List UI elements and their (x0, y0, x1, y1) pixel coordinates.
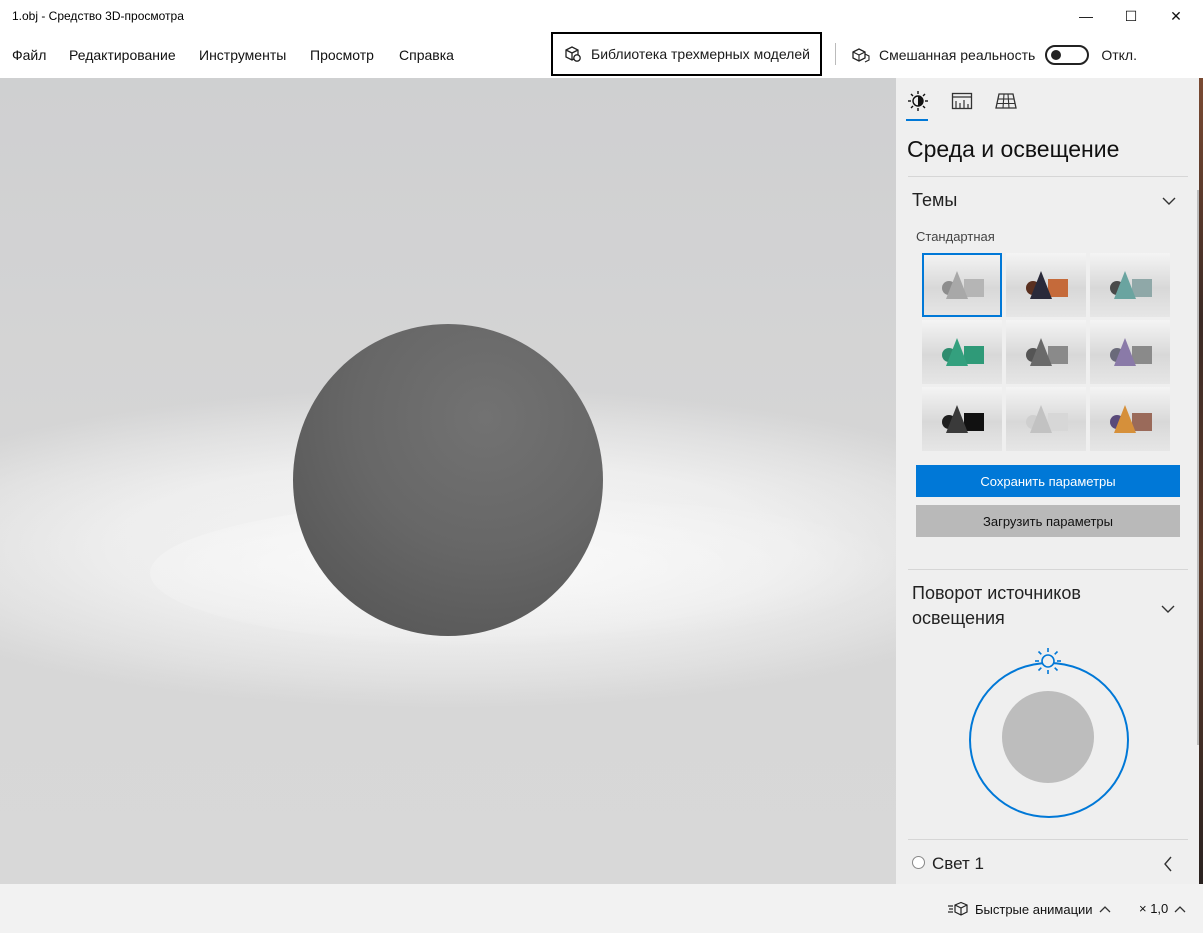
light-rotation-disc (1002, 691, 1094, 783)
title-bar: 1.obj - Средство 3D-просмотра — ☐ ✕ (0, 0, 1203, 32)
theme-cone-shape (946, 271, 968, 299)
chevron-down-icon[interactable] (1162, 193, 1176, 209)
menu-divider (835, 43, 836, 65)
mixed-reality-toggle[interactable] (1045, 45, 1090, 65)
sun-handle-icon[interactable] (1034, 647, 1062, 675)
chevron-left-icon[interactable] (1163, 856, 1173, 875)
menu-view[interactable]: Просмотр (310, 47, 374, 63)
chevron-up-icon[interactable] (1099, 902, 1117, 916)
speed-control[interactable]: × 1,0 (1139, 901, 1186, 916)
chevron-up-icon[interactable] (1174, 902, 1186, 916)
stats-icon (951, 92, 973, 110)
theme-thumbnail-green[interactable] (922, 320, 1002, 384)
3d-library-label: Библиотека трехмерных моделей (591, 46, 810, 62)
tab-stats[interactable] (950, 90, 974, 112)
theme-thumbnail-light[interactable] (1006, 387, 1086, 451)
grid-icon (995, 93, 1017, 109)
theme-cone-shape (1030, 405, 1052, 433)
mixed-reality-control: Смешанная реальность Откл. (851, 43, 1137, 67)
menu-tools[interactable]: Инструменты (199, 47, 286, 63)
toggle-knob (1051, 50, 1062, 60)
theme-grid (922, 253, 1171, 454)
load-settings-button[interactable]: Загрузить параметры (916, 505, 1180, 537)
close-button[interactable]: ✕ (1153, 0, 1199, 32)
theme-thumbnail-teal-gray[interactable] (1090, 253, 1170, 317)
theme-cone-shape (1114, 338, 1136, 366)
3d-library-button[interactable]: Библиотека трехмерных моделей (551, 32, 822, 76)
maximize-button[interactable]: ☐ (1108, 0, 1154, 32)
animations-label: Быстрые анимации (975, 901, 1093, 917)
light1-label: Свет 1 (932, 854, 984, 873)
section-divider (908, 839, 1188, 840)
theme-cone-shape (1114, 405, 1136, 433)
tab-environment[interactable] (906, 90, 930, 112)
light-rotation-header[interactable]: Поворот источников освещения (912, 581, 1132, 631)
theme-thumbnail-dark-gray[interactable] (1006, 320, 1086, 384)
menu-edit[interactable]: Редактирование (69, 47, 176, 63)
minimize-button[interactable]: — (1063, 0, 1109, 32)
menu-file[interactable]: Файл (12, 47, 46, 63)
environment-lighting-icon (908, 91, 928, 111)
active-tab-indicator (906, 119, 928, 121)
mixed-reality-icon (852, 48, 870, 63)
section-divider (908, 176, 1188, 177)
window-title: 1.obj - Средство 3D-просмотра (12, 9, 184, 23)
themes-section-header[interactable]: Темы (912, 190, 957, 211)
save-settings-button[interactable]: Сохранить параметры (916, 465, 1180, 497)
menu-help[interactable]: Справка (399, 47, 454, 63)
tab-grid[interactable] (994, 90, 1018, 112)
theme-cone-shape (946, 338, 968, 366)
theme-thumbnail-purple-gray[interactable] (1090, 320, 1170, 384)
theme-thumbnail-warm-dark[interactable] (1006, 253, 1086, 317)
section-divider (908, 569, 1188, 570)
theme-cone-shape (946, 405, 968, 433)
chevron-down-icon[interactable] (1161, 601, 1175, 617)
light1-radio[interactable] (912, 856, 925, 869)
desktop-edge (1199, 78, 1203, 884)
theme-thumbnail-orange-purple[interactable] (1090, 387, 1170, 451)
3d-library-icon (565, 46, 581, 62)
speed-label: × 1,0 (1139, 901, 1169, 916)
theme-cone-shape (1030, 271, 1052, 299)
animations-icon (948, 901, 968, 916)
theme-cone-shape (1114, 271, 1136, 299)
mixed-reality-state: Откл. (1101, 47, 1137, 63)
mixed-reality-label: Смешанная реальность (879, 47, 1036, 63)
theme-cone-shape (1030, 338, 1052, 366)
selected-theme-name: Стандартная (916, 229, 995, 244)
panel-title: Среда и освещение (907, 136, 1120, 162)
theme-thumbnail-black[interactable] (922, 387, 1002, 451)
animations-control[interactable]: Быстрые анимации (947, 901, 1117, 917)
3d-viewport[interactable] (0, 78, 896, 884)
theme-thumbnail-standard[interactable] (922, 253, 1002, 317)
sphere-model[interactable] (293, 324, 603, 636)
